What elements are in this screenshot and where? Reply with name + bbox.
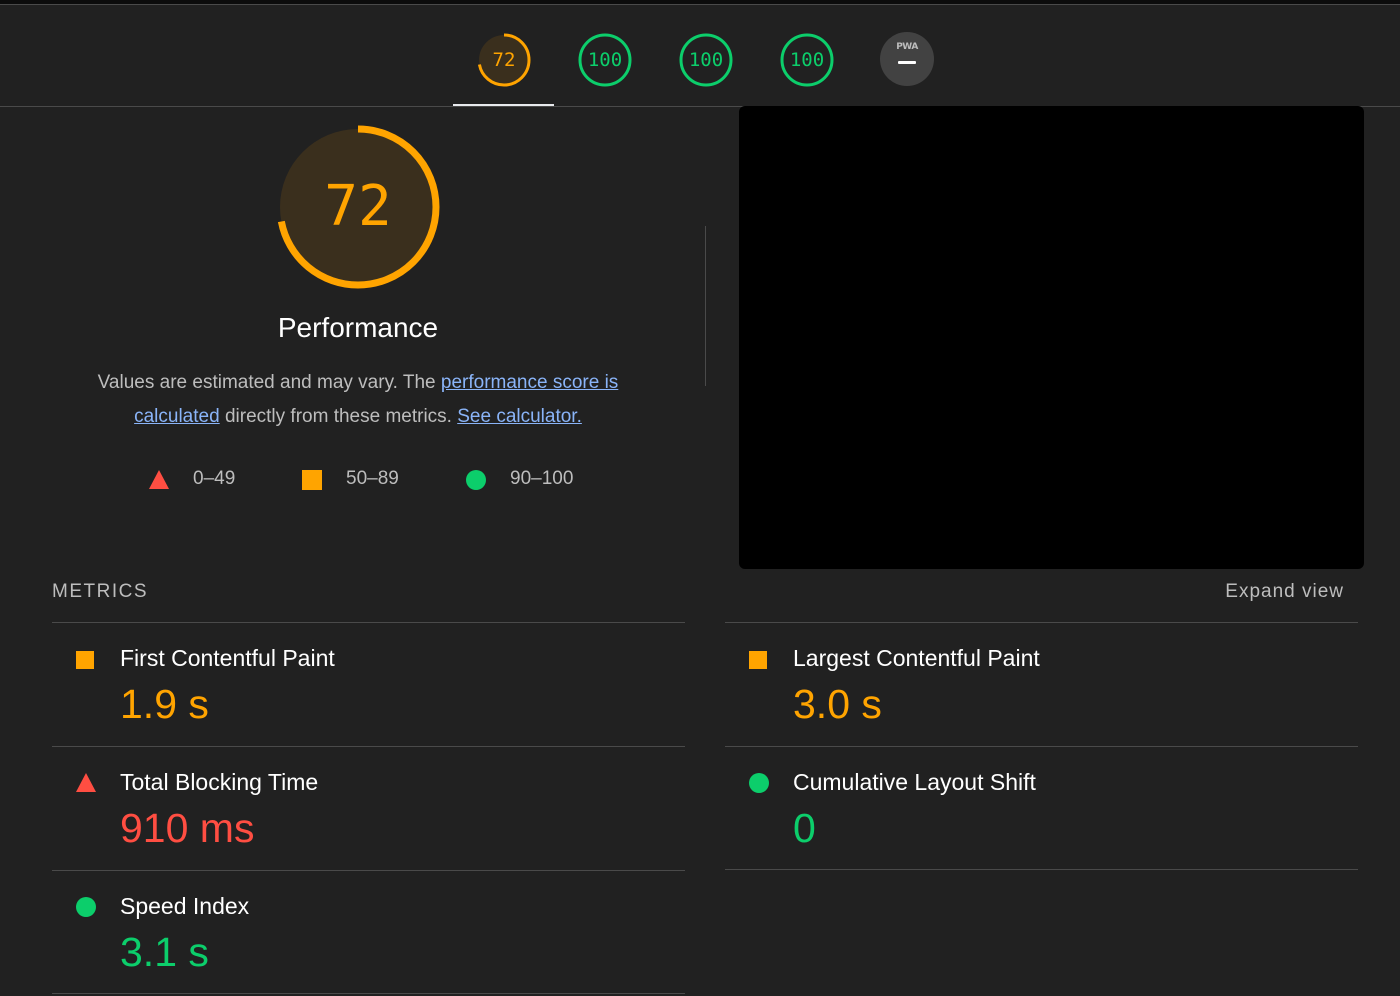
expand-view-toggle[interactable]: Expand view [1180,581,1344,603]
orange-square-icon [302,470,322,490]
red-triangle-icon [149,470,169,489]
green-circle-icon [76,897,96,917]
metric-value: 3.1 s [120,929,209,975]
legend-range-fail: 0–49 [193,468,236,489]
metric-speed-index: Speed Index 3.1 s [52,870,685,994]
green-circle-icon [749,773,769,793]
metric-value: 3.0 s [793,681,882,727]
performance-gauge[interactable]: 72 [476,32,532,88]
metrics-column-left: First Contentful Paint 1.9 s Total Block… [52,622,685,994]
description-text-2: directly from these metrics. [219,406,458,427]
orange-square-icon [749,651,767,669]
score-gauge-bar: 72 100 100 100 PWA [0,5,1400,107]
metric-first-contentful-paint: First Contentful Paint 1.9 s [52,622,685,746]
performance-main-score: 72 [324,174,392,239]
metric-value: 1.9 s [120,681,209,727]
seo-score: 100 [789,49,825,71]
page-screenshot[interactable] [739,106,1364,569]
metric-cumulative-layout-shift: Cumulative Layout Shift 0 [725,746,1358,870]
legend-range-average: 50–89 [346,468,399,489]
orange-square-icon [76,651,94,669]
accessibility-gauge[interactable]: 100 [577,32,633,88]
category-description: Values are estimated and may vary. The p… [68,366,648,434]
metric-total-blocking-time: Total Blocking Time 910 ms [52,746,685,870]
metric-label: Largest Contentful Paint [793,645,1040,671]
metrics-heading: METRICS [52,581,148,602]
green-circle-icon [466,470,486,490]
metric-value: 910 ms [120,805,255,851]
best-practices-gauge[interactable]: 100 [678,32,734,88]
red-triangle-icon [76,773,96,792]
active-tab-underline [453,104,554,106]
pwa-label: PWA [896,42,918,52]
metric-label: Total Blocking Time [120,769,319,795]
performance-main-gauge: 72 [276,125,440,289]
see-calculator-link[interactable]: See calculator. [457,406,582,427]
description-text-1: Values are estimated and may vary. The [97,372,441,393]
metric-label: Speed Index [120,893,250,919]
metric-value: 0 [793,805,816,851]
legend-range-pass: 90–100 [510,468,574,489]
metric-label: Cumulative Layout Shift [793,769,1036,795]
pwa-badge[interactable]: PWA [880,32,934,86]
best-practices-score: 100 [688,49,724,71]
metrics-column-right: Largest Contentful Paint 3.0 s Cumulativ… [725,622,1358,870]
seo-gauge[interactable]: 100 [779,32,835,88]
vertical-divider [705,226,706,386]
category-title: Performance [277,312,439,343]
pwa-dash-icon [898,61,916,64]
metric-label: First Contentful Paint [120,645,335,671]
accessibility-score: 100 [587,49,623,71]
metric-largest-contentful-paint: Largest Contentful Paint 3.0 s [725,622,1358,746]
performance-score: 72 [492,49,516,71]
